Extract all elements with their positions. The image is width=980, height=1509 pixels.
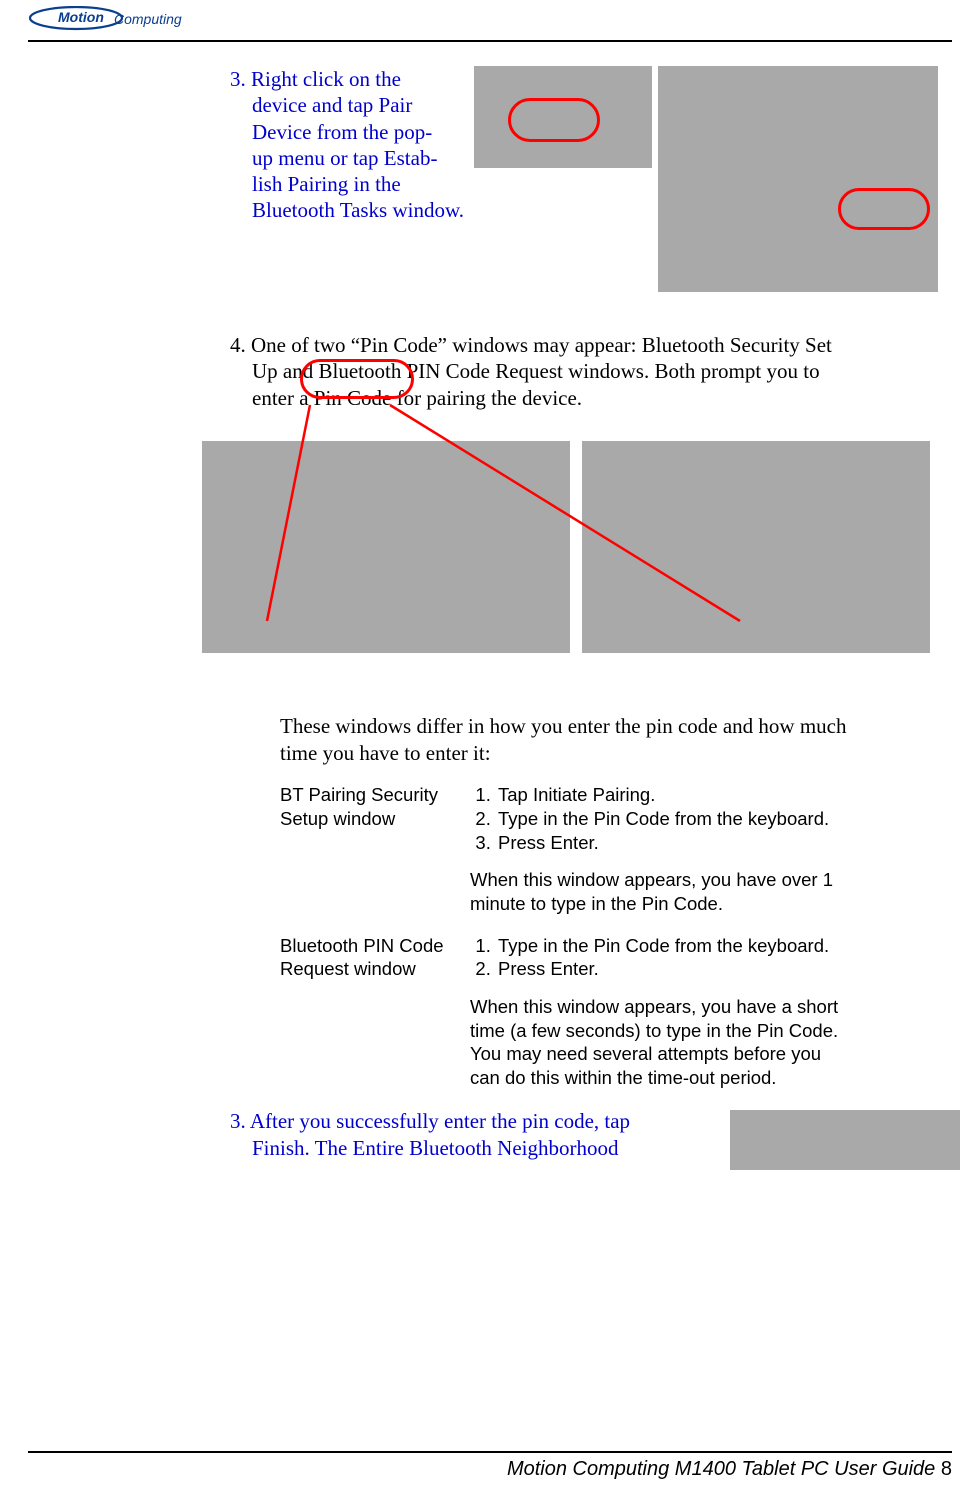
step-3-text: 3. Right click on the device and tap Pai…	[230, 66, 470, 224]
step-final-text: 3. After you successfully enter the pin …	[230, 1108, 710, 1162]
page-number: 8	[941, 1458, 952, 1480]
callout-icon	[300, 359, 414, 399]
screenshot-placeholder-security-setup	[202, 441, 570, 653]
pin-code-table: BT Pairing Security Setup window Tap Ini…	[230, 783, 850, 1089]
table-row: Bluetooth PIN Code Request window Type i…	[280, 934, 850, 1090]
brand-logo: Motion Computing	[28, 6, 208, 40]
callout-icon	[838, 188, 930, 230]
step-4-text: 4. One of two “Pin Code” windows may app…	[230, 332, 930, 411]
footer-text: Motion Computing M1400 Tablet PC User Gu…	[507, 1458, 935, 1480]
list-item: Press Enter.	[496, 831, 850, 855]
table-row: BT Pairing Security Setup window Tap Ini…	[280, 783, 850, 915]
list-item: Type in the Pin Code from the keyboard.	[496, 807, 850, 831]
pin-code-screenshots	[230, 441, 930, 653]
step-3-block: 3. Right click on the device and tap Pai…	[230, 62, 930, 322]
screenshot-placeholder-finish	[730, 1110, 960, 1170]
list-item: Type in the Pin Code from the keyboard.	[496, 934, 850, 958]
logo-motion-text: Motion	[58, 9, 104, 25]
row1-note: When this window appears, you have over …	[470, 868, 850, 915]
row2-label: Bluetooth PIN Code Request window	[280, 934, 470, 1090]
page-footer: Motion Computing M1400 Tablet PC User Gu…	[507, 1458, 952, 1481]
callout-icon	[508, 98, 600, 142]
windows-differ-paragraph: These windows differ in how you enter th…	[230, 713, 860, 768]
screenshot-placeholder-tasks	[658, 66, 938, 292]
screenshot-placeholder-pin-request	[582, 441, 930, 653]
footer-rule	[28, 1451, 952, 1453]
row1-label: BT Pairing Security Setup window	[280, 783, 470, 915]
header-rule	[28, 40, 952, 42]
logo-computing-text: Computing	[114, 11, 182, 27]
row2-note: When this window appears, you have a sho…	[470, 995, 850, 1090]
step-3-number: 3.	[230, 67, 246, 91]
row2-steps: Type in the Pin Code from the keyboard. …	[470, 934, 850, 981]
step-final-block: 3. After you successfully enter the pin …	[230, 1108, 930, 1162]
list-item: Tap Initiate Pairing.	[496, 783, 850, 807]
row1-steps: Tap Initiate Pairing. Type in the Pin Co…	[470, 783, 850, 854]
list-item: Press Enter.	[496, 957, 850, 981]
